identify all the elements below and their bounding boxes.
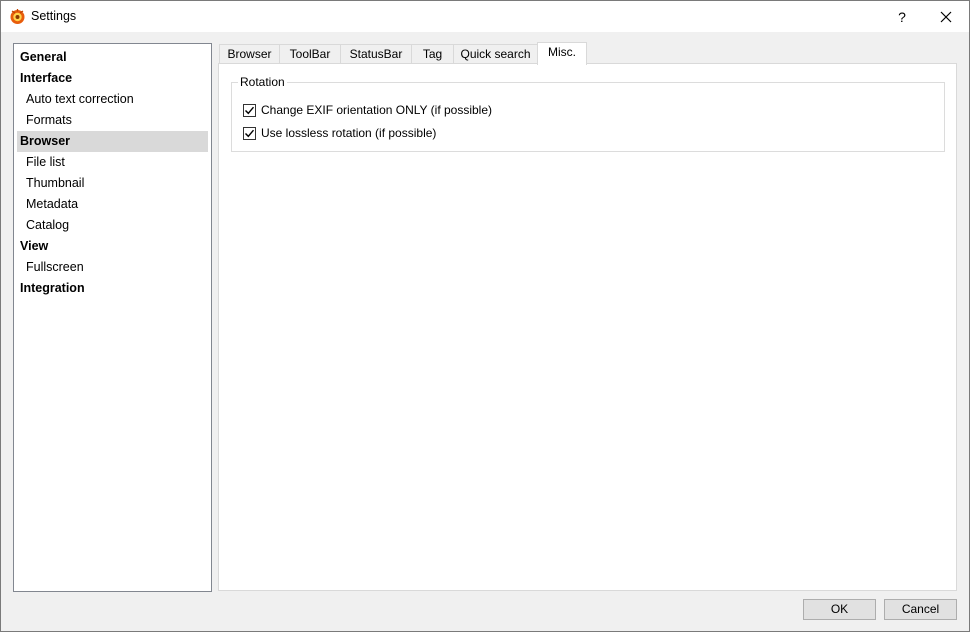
sidebar-item-formats[interactable]: Formats	[17, 110, 208, 131]
sidebar-item-integration[interactable]: Integration	[17, 278, 208, 299]
exif-orientation-checkbox[interactable]	[243, 103, 256, 117]
ok-button[interactable]: OK	[803, 599, 876, 620]
settings-category-tree[interactable]: General Interface Auto text correction F…	[13, 43, 212, 592]
rotation-group-title: Rotation	[238, 75, 287, 89]
sidebar-item-view[interactable]: View	[17, 236, 208, 257]
tab-toolbar[interactable]: ToolBar	[279, 44, 341, 64]
close-icon	[940, 11, 952, 22]
sidebar-item-fullscreen[interactable]: Fullscreen	[17, 257, 208, 278]
settings-window: Settings ? General Interface Auto text c…	[0, 0, 970, 632]
tab-browser[interactable]: Browser	[219, 44, 280, 64]
sidebar-item-browser[interactable]: Browser	[17, 131, 208, 152]
tab-statusbar[interactable]: StatusBar	[340, 44, 412, 64]
app-logo-icon	[10, 9, 25, 24]
title-bar: Settings ?	[1, 1, 969, 32]
exif-orientation-option[interactable]: Change EXIF orientation ONLY (if possibl…	[243, 102, 492, 118]
rotation-groupbox: Rotation Change EXIF orientation ONLY (i…	[231, 75, 945, 152]
lossless-rotation-checkbox[interactable]	[243, 126, 256, 140]
misc-tab-panel: Rotation Change EXIF orientation ONLY (i…	[218, 63, 957, 591]
checkmark-icon	[245, 106, 255, 114]
sidebar-item-metadata[interactable]: Metadata	[17, 194, 208, 215]
tab-tag[interactable]: Tag	[411, 44, 454, 64]
sidebar-item-thumbnail[interactable]: Thumbnail	[17, 173, 208, 194]
sidebar-item-interface[interactable]: Interface	[17, 68, 208, 89]
sidebar-item-general[interactable]: General	[17, 47, 208, 68]
sidebar-item-auto-text-correction[interactable]: Auto text correction	[17, 89, 208, 110]
checkmark-icon	[245, 129, 255, 137]
lossless-rotation-label[interactable]: Use lossless rotation (if possible)	[261, 126, 436, 140]
exif-orientation-label[interactable]: Change EXIF orientation ONLY (if possibl…	[261, 103, 492, 117]
window-title: Settings	[31, 9, 77, 23]
tab-quick-search[interactable]: Quick search	[453, 44, 538, 64]
help-button[interactable]: ?	[879, 1, 925, 32]
close-button[interactable]	[923, 1, 969, 32]
tab-misc[interactable]: Misc.	[537, 42, 587, 65]
cancel-button[interactable]: Cancel	[884, 599, 957, 620]
sidebar-item-catalog[interactable]: Catalog	[17, 215, 208, 236]
lossless-rotation-option[interactable]: Use lossless rotation (if possible)	[243, 125, 436, 141]
sidebar-item-file-list[interactable]: File list	[17, 152, 208, 173]
tab-bar: Browser ToolBar StatusBar Tag Quick sear…	[219, 42, 959, 65]
